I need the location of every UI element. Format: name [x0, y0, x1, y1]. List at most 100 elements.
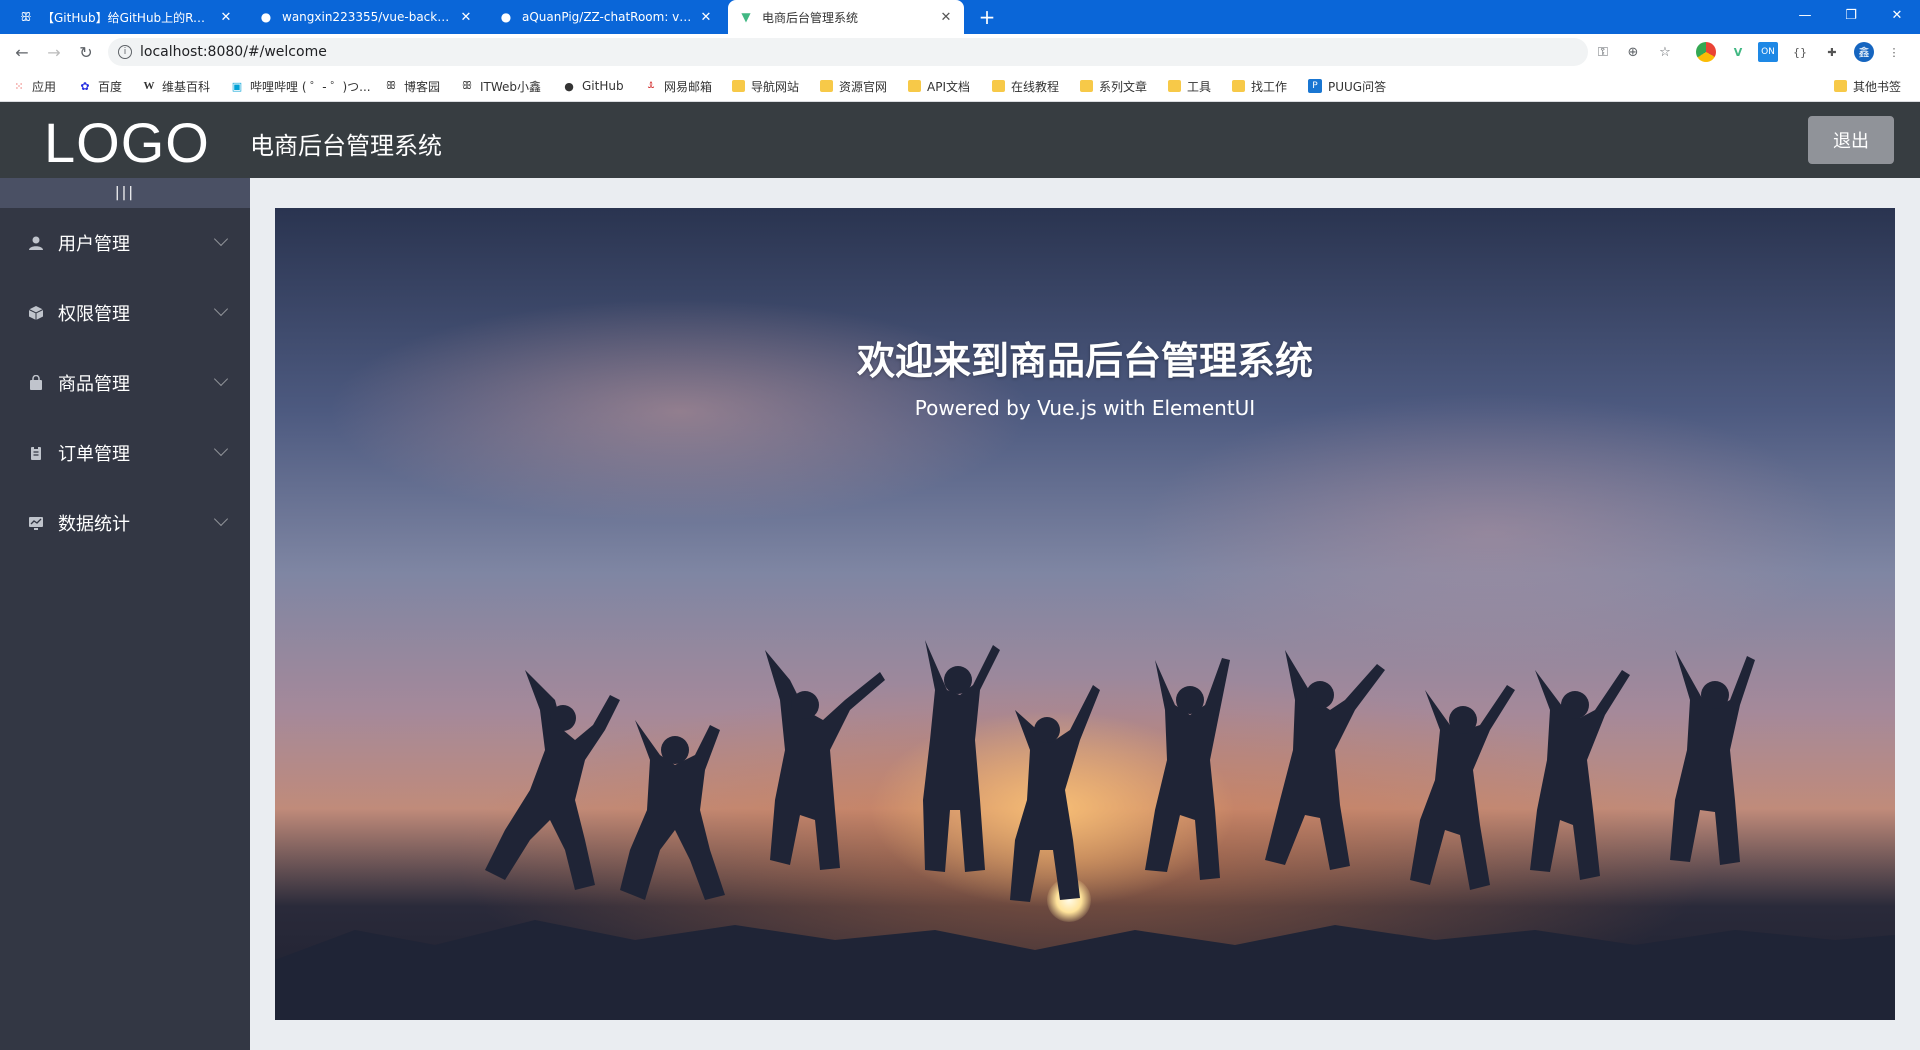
- bookmark-label: 维基百科: [162, 79, 211, 94]
- logo: LOGO: [44, 111, 210, 174]
- bookmark-baidu[interactable]: ✿ 百度: [78, 77, 122, 95]
- welcome-banner-image: 欢迎来到商品后台管理系统 Powered by Vue.js with Elem…: [275, 208, 1895, 1020]
- close-icon[interactable]: ✕: [218, 10, 234, 25]
- bookmark-label: PUUG问答: [1328, 79, 1387, 94]
- new-tab-button[interactable]: +: [970, 0, 1004, 34]
- bookmark-folder-resources[interactable]: 资源官网: [820, 77, 887, 95]
- browser-tab-active[interactable]: ▼ 电商后台管理系统 ✕: [728, 0, 964, 34]
- welcome-title: 欢迎来到商品后台管理系统: [856, 339, 1313, 383]
- sidebar-item-label: 订单管理: [58, 444, 130, 465]
- bookmark-folder-jobs[interactable]: 找工作: [1232, 77, 1287, 95]
- sidebar-item-permissions[interactable]: 权限管理: [0, 278, 250, 348]
- clipboard-icon: [26, 443, 46, 463]
- close-icon[interactable]: ✕: [698, 10, 714, 25]
- zoom-icon[interactable]: ⊕: [1624, 43, 1642, 61]
- chart-icon: [26, 513, 46, 533]
- user-icon: [26, 233, 46, 253]
- wikipedia-icon: W: [143, 80, 155, 92]
- bookmark-folder-tools[interactable]: 工具: [1168, 77, 1211, 95]
- yuque-icon: ꕥ: [20, 9, 32, 24]
- chevron-down-icon: [213, 441, 229, 457]
- chrome-extension-icon[interactable]: [1696, 42, 1716, 62]
- bookmark-label: 哔哩哔哩 ( ゜- ゜)つ...: [250, 79, 371, 94]
- bookmark-cnblogs[interactable]: ꕥ 博客园: [384, 77, 440, 95]
- chevron-down-icon: [213, 511, 229, 527]
- tab-title: wangxin223355/vue-back-me: [282, 10, 452, 24]
- on-extension-icon[interactable]: ON: [1758, 42, 1778, 62]
- info-icon[interactable]: i: [118, 45, 132, 59]
- bookmark-folder-api[interactable]: API文档: [908, 77, 970, 95]
- bookmark-other[interactable]: 其他书签: [1834, 77, 1901, 95]
- bookmark-bilibili[interactable]: ▣ 哔哩哔哩 ( ゜- ゜)つ...: [230, 77, 371, 95]
- bookmark-apps[interactable]: ⁙ 应用: [12, 77, 56, 95]
- bilibili-icon: ▣: [231, 79, 243, 93]
- bookmark-netease[interactable]: ꕊ 网易邮箱: [644, 77, 712, 95]
- bookmark-label: ITWeb小鑫: [480, 79, 542, 94]
- browser-tab-strip: ꕥ 【GitHub】给GitHub上的Readi ✕ ● wangxin2233…: [0, 0, 1920, 34]
- bookmark-folder-nav[interactable]: 导航网站: [732, 77, 799, 95]
- tab-title: aQuanPig/ZZ-chatRoom: vue-i: [522, 10, 692, 24]
- bookmark-puug[interactable]: P PUUG问答: [1308, 77, 1386, 95]
- bookmark-label: 在线教程: [1011, 79, 1060, 94]
- bookmark-label: 其他书签: [1853, 79, 1902, 94]
- restore-button[interactable]: ❐: [1828, 0, 1874, 30]
- avatar[interactable]: 鑫: [1854, 42, 1874, 62]
- bookmark-label: 应用: [32, 79, 57, 94]
- close-icon[interactable]: ✕: [938, 10, 954, 25]
- json-extension-icon[interactable]: {}: [1790, 42, 1810, 62]
- folder-icon: [1168, 80, 1181, 92]
- minimize-button[interactable]: —: [1782, 0, 1828, 30]
- sidebar-item-label: 权限管理: [58, 304, 130, 325]
- folder-icon: [992, 80, 1005, 92]
- close-window-button[interactable]: ✕: [1874, 0, 1920, 30]
- welcome-subtitle: Powered by Vue.js with ElementUI: [914, 396, 1256, 420]
- bookmark-github[interactable]: ● GitHub: [562, 77, 624, 95]
- bookmark-folder-series[interactable]: 系列文章: [1080, 77, 1147, 95]
- bookmark-label: 工具: [1187, 79, 1212, 94]
- sidebar-item-orders[interactable]: 订单管理: [0, 418, 250, 488]
- puzzle-icon[interactable]: ✚: [1822, 42, 1842, 62]
- bookmark-label: 博客园: [404, 79, 441, 94]
- sidebar-item-stats[interactable]: 数据统计: [0, 488, 250, 558]
- tab-title: 【GitHub】给GitHub上的Readi: [42, 10, 212, 25]
- url-text[interactable]: localhost:8080/#/welcome: [140, 44, 327, 60]
- bookmark-label: 系列文章: [1099, 79, 1148, 94]
- star-icon[interactable]: ☆: [1656, 43, 1674, 61]
- omnibox[interactable]: i localhost:8080/#/welcome: [108, 38, 1588, 66]
- sidebar-item-users[interactable]: 用户管理: [0, 208, 250, 278]
- folder-icon: [1834, 80, 1847, 92]
- collapse-toggle-button[interactable]: |||: [0, 178, 250, 208]
- key-icon[interactable]: ⚿: [1594, 43, 1612, 61]
- browser-tab-1[interactable]: ꕥ 【GitHub】给GitHub上的Readi ✕: [8, 0, 244, 34]
- chevron-down-icon: [213, 301, 229, 317]
- bookmarks-bar: ⁙ 应用 ✿ 百度 W 维基百科 ▣ 哔哩哔哩 ( ゜- ゜)つ... ꕥ 博客园 ꕥ IT…: [0, 70, 1920, 102]
- bookmark-label: GitHub: [582, 79, 624, 93]
- browser-tab-2[interactable]: ● wangxin223355/vue-back-me ✕: [248, 0, 484, 34]
- vue-devtools-icon[interactable]: V: [1728, 42, 1748, 62]
- reload-icon[interactable]: ↻: [74, 40, 98, 64]
- box-icon: [26, 303, 46, 323]
- bookmark-itweb[interactable]: ꕥ ITWeb小鑫: [460, 77, 541, 95]
- folder-icon: [1232, 80, 1245, 92]
- bookmark-wikipedia[interactable]: W 维基百科: [142, 77, 211, 95]
- logout-button[interactable]: 退出: [1808, 116, 1894, 164]
- bookmark-folder-tutorials[interactable]: 在线教程: [992, 77, 1059, 95]
- forward-icon[interactable]: →: [42, 40, 66, 64]
- puug-icon: P: [1308, 79, 1322, 93]
- folder-icon: [820, 80, 833, 92]
- more-icon[interactable]: ⋮: [1884, 42, 1904, 62]
- baidu-icon: ✿: [80, 79, 90, 93]
- sidebar-item-label: 商品管理: [58, 374, 130, 395]
- tab-title: 电商后台管理系统: [762, 10, 859, 25]
- sidebar-item-goods[interactable]: 商品管理: [0, 348, 250, 418]
- github-icon: ●: [564, 79, 574, 93]
- browser-tab-3[interactable]: ● aQuanPig/ZZ-chatRoom: vue-i ✕: [488, 0, 724, 34]
- page-title: 电商后台管理系统: [250, 132, 442, 160]
- jumping-people-silhouettes: [275, 640, 1895, 1020]
- github-icon: ●: [260, 10, 272, 24]
- close-icon[interactable]: ✕: [458, 10, 474, 25]
- shopping-bag-icon: [26, 373, 46, 393]
- back-icon[interactable]: ←: [10, 40, 34, 64]
- apps-grid-icon: ⁙: [14, 79, 24, 93]
- bookmark-label: 找工作: [1251, 79, 1288, 94]
